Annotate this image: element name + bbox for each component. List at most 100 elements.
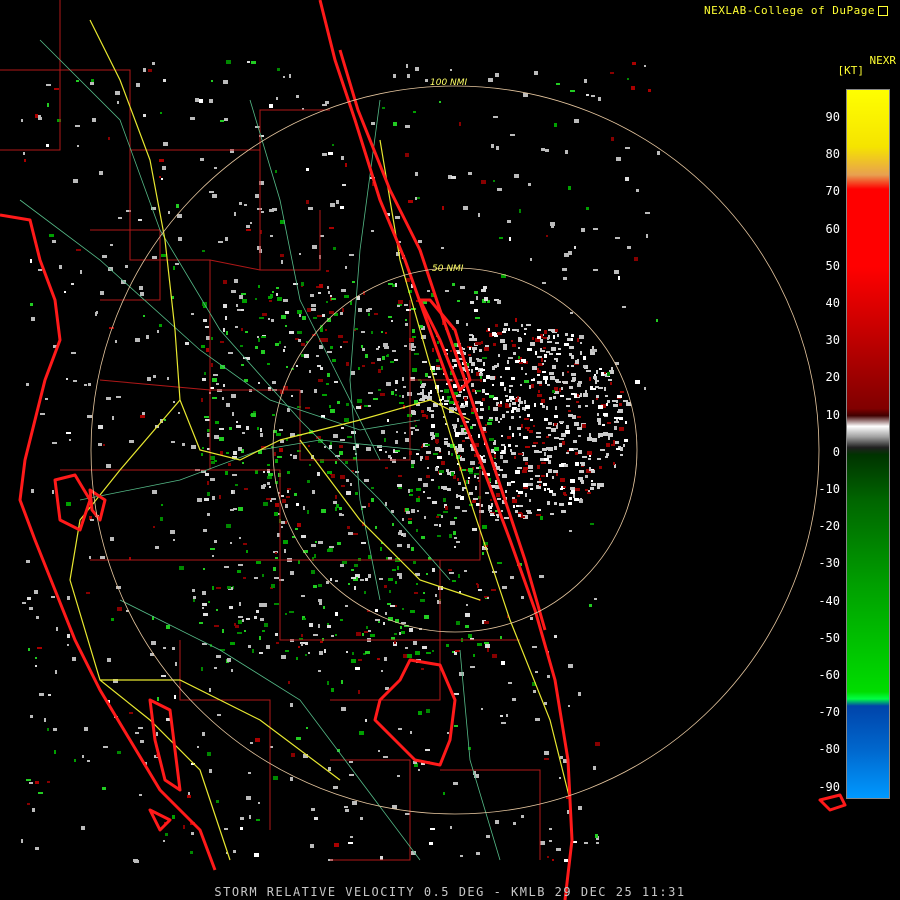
echo-pixel: [539, 484, 541, 486]
legend-tick: -30: [818, 556, 840, 571]
echo-pixel: [334, 843, 339, 847]
echo-pixel: [607, 400, 610, 403]
echo-pixel: [606, 403, 608, 406]
echo-pixel: [348, 842, 353, 844]
echo-pixel: [575, 452, 578, 455]
echo-pixel: [533, 442, 538, 444]
echo-pixel: [117, 751, 121, 754]
echo-pixel: [298, 339, 301, 342]
echo-pixel: [322, 153, 327, 156]
echo-pixel: [573, 841, 577, 843]
echo-pixel: [223, 328, 225, 332]
echo-pixel: [327, 471, 332, 474]
echo-pixel: [553, 335, 555, 339]
echo-pixel: [476, 852, 480, 855]
echo-pixel: [333, 501, 337, 504]
echo-pixel: [510, 134, 515, 136]
echo-pixel: [552, 859, 554, 861]
echo-pixel: [631, 86, 635, 90]
echo-pixel: [537, 374, 540, 376]
echo-pixel: [159, 159, 164, 162]
echo-pixel: [505, 403, 508, 405]
echo-pixel: [500, 401, 502, 404]
echo-pixel: [261, 350, 265, 354]
echo-pixel: [418, 240, 422, 243]
echo-pixel: [228, 352, 233, 354]
echo-pixel: [422, 361, 427, 363]
echo-pixel: [296, 737, 301, 740]
echo-pixel: [544, 360, 546, 362]
echo-pixel: [176, 204, 179, 208]
echo-pixel: [584, 842, 588, 844]
echo-pixel: [521, 424, 523, 428]
echo-pixel: [356, 444, 359, 448]
echo-pixel: [549, 397, 552, 400]
echo-pixel: [594, 378, 597, 380]
echo-pixel: [402, 395, 404, 398]
echo-pixel: [336, 200, 339, 204]
echo-pixel: [423, 483, 428, 487]
echo-pixel: [340, 346, 342, 348]
legend-tick: -20: [818, 519, 840, 534]
echo-pixel: [270, 235, 273, 237]
legend-tick: 80: [825, 147, 840, 162]
echo-pixel: [395, 283, 397, 287]
echo-pixel: [313, 634, 318, 636]
echo-pixel: [337, 401, 340, 404]
echo-pixel: [344, 806, 348, 808]
echo-pixel: [258, 285, 260, 288]
echo-pixel: [46, 144, 49, 147]
echo-pixel: [240, 345, 243, 347]
echo-pixel: [328, 152, 333, 155]
echo-pixel: [599, 466, 602, 469]
echo-pixel: [368, 313, 370, 316]
echo-pixel: [559, 777, 561, 779]
echo-pixel: [555, 342, 559, 344]
echo-pixel: [246, 796, 251, 800]
echo-pixel: [338, 335, 343, 338]
echo-pixel: [476, 503, 480, 506]
echo-pixel: [455, 650, 460, 652]
echo-pixel: [314, 554, 316, 558]
echo-pixel: [378, 369, 381, 373]
echo-pixel: [476, 467, 479, 469]
echo-pixel: [466, 323, 468, 326]
echo-pixel: [574, 498, 579, 501]
echo-pixel: [311, 570, 315, 574]
echo-pixel: [523, 457, 528, 461]
echo-pixel: [277, 297, 282, 301]
echo-pixel: [335, 495, 337, 499]
echo-pixel: [486, 835, 490, 838]
echo-pixel: [554, 415, 558, 418]
echo-pixel: [563, 759, 567, 763]
echo-pixel: [573, 448, 578, 450]
echo-pixel: [509, 403, 511, 407]
echo-pixel: [449, 401, 454, 404]
echo-pixel: [424, 516, 426, 519]
echo-pixel: [329, 405, 331, 408]
echo-pixel: [286, 496, 290, 498]
echo-pixel: [537, 481, 542, 483]
echo-pixel: [476, 583, 478, 585]
echo-pixel: [191, 313, 194, 315]
echo-pixel: [304, 354, 309, 358]
echo-pixel: [39, 693, 44, 696]
echo-pixel: [598, 97, 601, 101]
echo-pixel: [197, 498, 202, 502]
echo-pixel: [446, 469, 449, 472]
echo-pixel: [182, 443, 185, 446]
echo-pixel: [129, 712, 133, 714]
echo-pixel: [227, 658, 231, 662]
echo-pixel: [465, 405, 467, 407]
echo-pixel: [219, 495, 221, 499]
echo-pixel: [540, 458, 544, 461]
echo-pixel: [159, 324, 162, 327]
legend-tick: -90: [818, 779, 840, 794]
echo-pixel: [385, 451, 387, 453]
echo-pixel: [220, 341, 224, 343]
legend-tick: 70: [825, 184, 840, 199]
echo-pixel: [129, 440, 134, 443]
echo-pixel: [622, 306, 626, 308]
echo-pixel: [408, 200, 413, 203]
echo-pixel: [366, 447, 371, 451]
